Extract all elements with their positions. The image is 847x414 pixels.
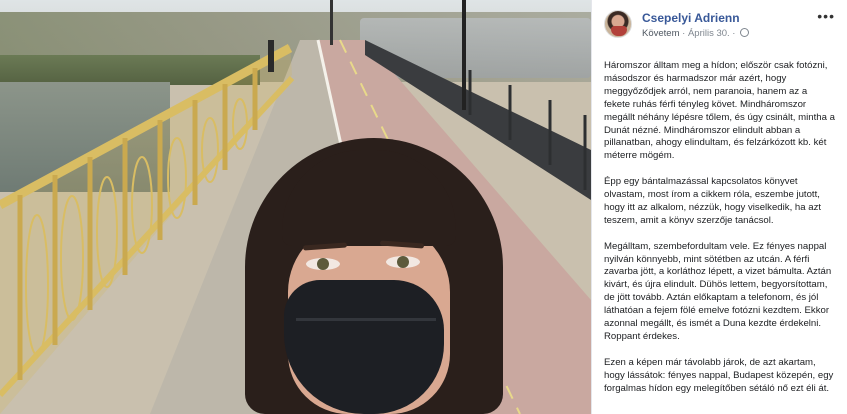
photo-right-eye [386, 256, 420, 268]
post-date[interactable]: Április 30. [688, 28, 730, 39]
photo-mask-fold [296, 318, 436, 321]
post-paragraph: Megálltam, szembefordultam vele. Ez fény… [604, 240, 832, 342]
post-header: Csepelyi Adrienn Követem · Április 30. ·… [604, 9, 835, 46]
post-paragraph: Ezen a képen már távolabb járok, de azt … [604, 356, 834, 394]
post-panel: Csepelyi Adrienn Követem · Április 30. ·… [591, 0, 847, 414]
post-meta: Követem · Április 30. · [642, 28, 750, 39]
follow-link[interactable]: Követem [642, 28, 680, 39]
meta-separator-2: · [729, 28, 739, 39]
post-photo[interactable] [0, 0, 591, 414]
globe-icon [740, 28, 750, 37]
meta-separator: · [679, 28, 688, 39]
photo-left-eye [306, 258, 340, 270]
author-avatar[interactable] [604, 10, 632, 38]
post-paragraph: Épp egy bántalmazással kapcsolatos könyv… [604, 176, 822, 226]
more-options-icon[interactable]: ••• [817, 9, 835, 23]
author-name[interactable]: Csepelyi Adrienn [642, 11, 740, 25]
post-paragraph: Háromszor álltam meg a hídon; először cs… [604, 60, 835, 162]
post-text: Háromszor álltam meg a hídon; először cs… [604, 60, 835, 396]
